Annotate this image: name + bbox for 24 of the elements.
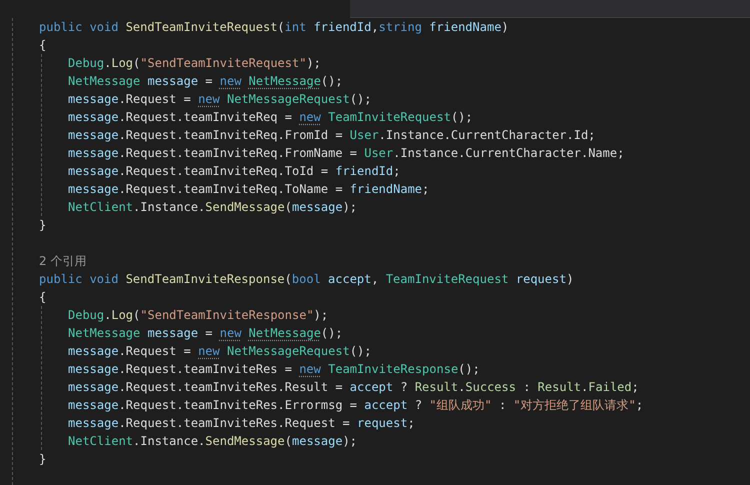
code-line: } — [39, 451, 46, 468]
code-line: message.Request.teamInviteRes = new TeamInviteResponse(); — [68, 361, 480, 378]
code-line: NetMessage message = new NetMessage(); — [68, 325, 343, 342]
code-line: message.Request = new NetMessageRequest(); — [68, 91, 372, 108]
code-line: message.Request = new NetMessageRequest(); — [68, 343, 372, 360]
code-line: message.Request.teamInviteRes.Result = accept ? Result.Success : Result.Failed; — [68, 379, 639, 396]
code-line: { — [39, 289, 46, 306]
code-line: message.Request.teamInviteReq.ToId = friendId; — [68, 163, 400, 180]
code-line: message.Request.teamInviteReq.ToName = friendName; — [68, 181, 430, 198]
code-line: public void SendTeamInviteRequest(int friendId,string friendName) — [39, 19, 509, 36]
code-line: } — [39, 217, 46, 234]
code-line: message.Request.teamInviteReq = new TeamInviteRequest(); — [68, 109, 473, 126]
code-line: Debug.Log("SendTeamInviteResponse"); — [68, 307, 328, 324]
code-line: NetMessage message = new NetMessage(); — [68, 73, 343, 90]
code-line: message.Request.teamInviteRes.Errormsg = accept ? "组队成功" : "对方拒绝了组队请求"; — [68, 397, 644, 414]
code-line: public void SendTeamInviteResponse(bool accept, TeamInviteRequest request) — [39, 271, 574, 288]
code-line: Debug.Log("SendTeamInviteRequest"); — [68, 55, 321, 72]
code-line: NetClient.Instance.SendMessage(message); — [68, 433, 358, 450]
code-line: NetClient.Instance.SendMessage(message); — [68, 199, 358, 216]
code-line: message.Request.teamInviteReq.FromName = User.Instance.CurrentCharacter.Name; — [68, 145, 624, 162]
code-line: { — [39, 37, 46, 54]
references-link[interactable]: 2 个引用 — [39, 252, 86, 270]
code-line: message.Request.teamInviteReq.FromId = User.Instance.CurrentCharacter.Id; — [68, 127, 596, 144]
code-line: message.Request.teamInviteRes.Request = request; — [68, 415, 415, 432]
